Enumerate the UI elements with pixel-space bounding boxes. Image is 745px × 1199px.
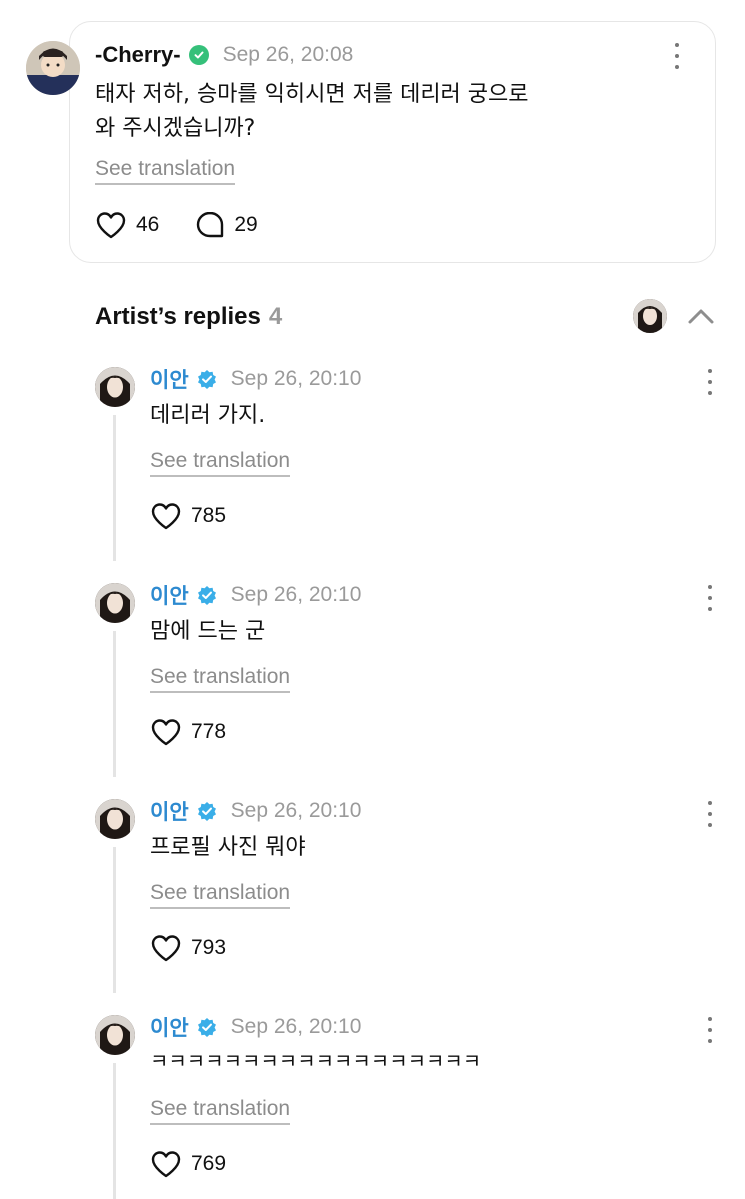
artist-avatar-image	[95, 1015, 135, 1055]
thread-line	[113, 631, 116, 777]
reply-like-button[interactable]: 769	[150, 1150, 226, 1178]
speech-bubble-icon	[197, 211, 224, 238]
reply-header: 이안 Sep 26, 20:10	[150, 363, 361, 395]
post-text-line: 태자 저하, 승마를 익히시면 저를 데리러 궁으로	[95, 82, 529, 107]
artist-avatar-image	[633, 299, 667, 333]
reply-timestamp: Sep 26, 20:10	[230, 367, 362, 390]
reply-timestamp: Sep 26, 20:10	[230, 1015, 362, 1038]
reply-see-translation-link[interactable]: See translation	[150, 1097, 291, 1125]
reply-author-avatar[interactable]	[95, 1015, 135, 1055]
reply-more-options-icon[interactable]	[705, 1017, 715, 1043]
reply-like-count: 778	[191, 720, 227, 743]
verified-badge-icon	[188, 45, 209, 65]
reply-like-count: 793	[191, 936, 227, 959]
heart-outline-icon	[151, 719, 181, 746]
reply-timestamp: Sep 26, 20:10	[230, 799, 362, 822]
thread-line	[113, 1063, 116, 1199]
post-actions: 46 29	[95, 210, 258, 240]
reply-header: 이안 Sep 26, 20:10	[150, 795, 361, 827]
reply-text: 맘에 드는 군	[150, 619, 266, 644]
verified-badge-icon	[197, 586, 216, 605]
reply-text: 데리러 가지.	[150, 403, 266, 428]
heart-outline-icon	[151, 935, 181, 962]
artist-avatar-image	[95, 367, 135, 407]
reply-text: ㅋㅋㅋㅋㅋㅋㅋㅋㅋㅋㅋㅋㅋㅋㅋㅋㅋㅋ	[150, 1049, 482, 1073]
chevron-up-icon	[688, 309, 714, 324]
post-comment-button[interactable]: 29	[195, 210, 258, 240]
post-author-avatar-image	[26, 41, 80, 95]
reply-author-avatar[interactable]	[95, 367, 135, 407]
post-see-translation-link[interactable]: See translation	[95, 157, 236, 185]
reply-timestamp: Sep 26, 20:10	[230, 583, 362, 606]
reply-like-button[interactable]: 793	[150, 934, 226, 962]
reply-like-count: 785	[191, 504, 227, 527]
reply-author-name[interactable]: 이안	[150, 580, 189, 610]
artist-avatar-image	[95, 583, 135, 623]
heart-outline-icon	[96, 212, 126, 239]
post-author-avatar[interactable]	[26, 41, 80, 95]
reply-more-options-icon[interactable]	[705, 369, 715, 395]
reply-item: 이안 Sep 26, 20:10 프로필 사진 뭐야 See translati…	[0, 799, 745, 999]
reply-item: 이안 Sep 26, 20:10 ㅋㅋㅋㅋㅋㅋㅋㅋㅋㅋㅋㅋㅋㅋㅋㅋㅋㅋ See …	[0, 1015, 745, 1199]
reply-author-name[interactable]: 이안	[150, 364, 189, 394]
artist-replies-count: 4	[268, 303, 283, 330]
post-like-button[interactable]: 46	[95, 211, 159, 239]
reply-author-avatar[interactable]	[95, 583, 135, 623]
reply-item: 이안 Sep 26, 20:10 맘에 드는 군 See translation…	[0, 583, 745, 783]
artist-replies-header: Artist’s replies 4	[95, 300, 282, 334]
reply-like-button[interactable]: 785	[150, 502, 226, 530]
post-timestamp: Sep 26, 20:08	[222, 43, 354, 66]
post-text-line: 와 주시겠습니까?	[95, 116, 256, 141]
verified-badge-icon	[197, 370, 216, 389]
reply-header: 이안 Sep 26, 20:10	[150, 1011, 361, 1043]
reply-like-count: 769	[191, 1152, 227, 1175]
post-header: -Cherry- Sep 26, 20:08	[95, 38, 353, 72]
reply-like-button[interactable]: 778	[150, 718, 226, 746]
collapse-replies-button[interactable]	[684, 300, 718, 334]
reply-text: 프로필 사진 뭐야	[150, 835, 306, 860]
post-more-options-icon[interactable]	[672, 43, 682, 69]
post-comment-count: 29	[234, 213, 258, 236]
reply-more-options-icon[interactable]	[705, 801, 715, 827]
post-body: 태자 저하, 승마를 익히시면 저를 데리러 궁으로 와 주시겠습니까?	[95, 78, 655, 146]
post-like-count: 46	[136, 213, 160, 236]
thread-line	[113, 415, 116, 561]
reply-author-name[interactable]: 이안	[150, 796, 189, 826]
artist-replies-title: Artist’s replies	[95, 303, 261, 330]
heart-outline-icon	[151, 1151, 181, 1178]
post-author-name[interactable]: -Cherry-	[95, 42, 181, 68]
reply-author-name[interactable]: 이안	[150, 1012, 189, 1042]
verified-badge-icon	[197, 802, 216, 821]
artist-avatar[interactable]	[633, 299, 667, 333]
reply-item: 이안 Sep 26, 20:10 데리러 가지. See translation…	[0, 367, 745, 567]
artist-avatar-image	[95, 799, 135, 839]
reply-see-translation-link[interactable]: See translation	[150, 665, 291, 693]
reply-see-translation-link[interactable]: See translation	[150, 881, 291, 909]
thread-line	[113, 847, 116, 993]
reply-author-avatar[interactable]	[95, 799, 135, 839]
reply-header: 이안 Sep 26, 20:10	[150, 579, 361, 611]
reply-more-options-icon[interactable]	[705, 585, 715, 611]
reply-see-translation-link[interactable]: See translation	[150, 449, 291, 477]
verified-badge-icon	[197, 1018, 216, 1037]
heart-outline-icon	[151, 503, 181, 530]
